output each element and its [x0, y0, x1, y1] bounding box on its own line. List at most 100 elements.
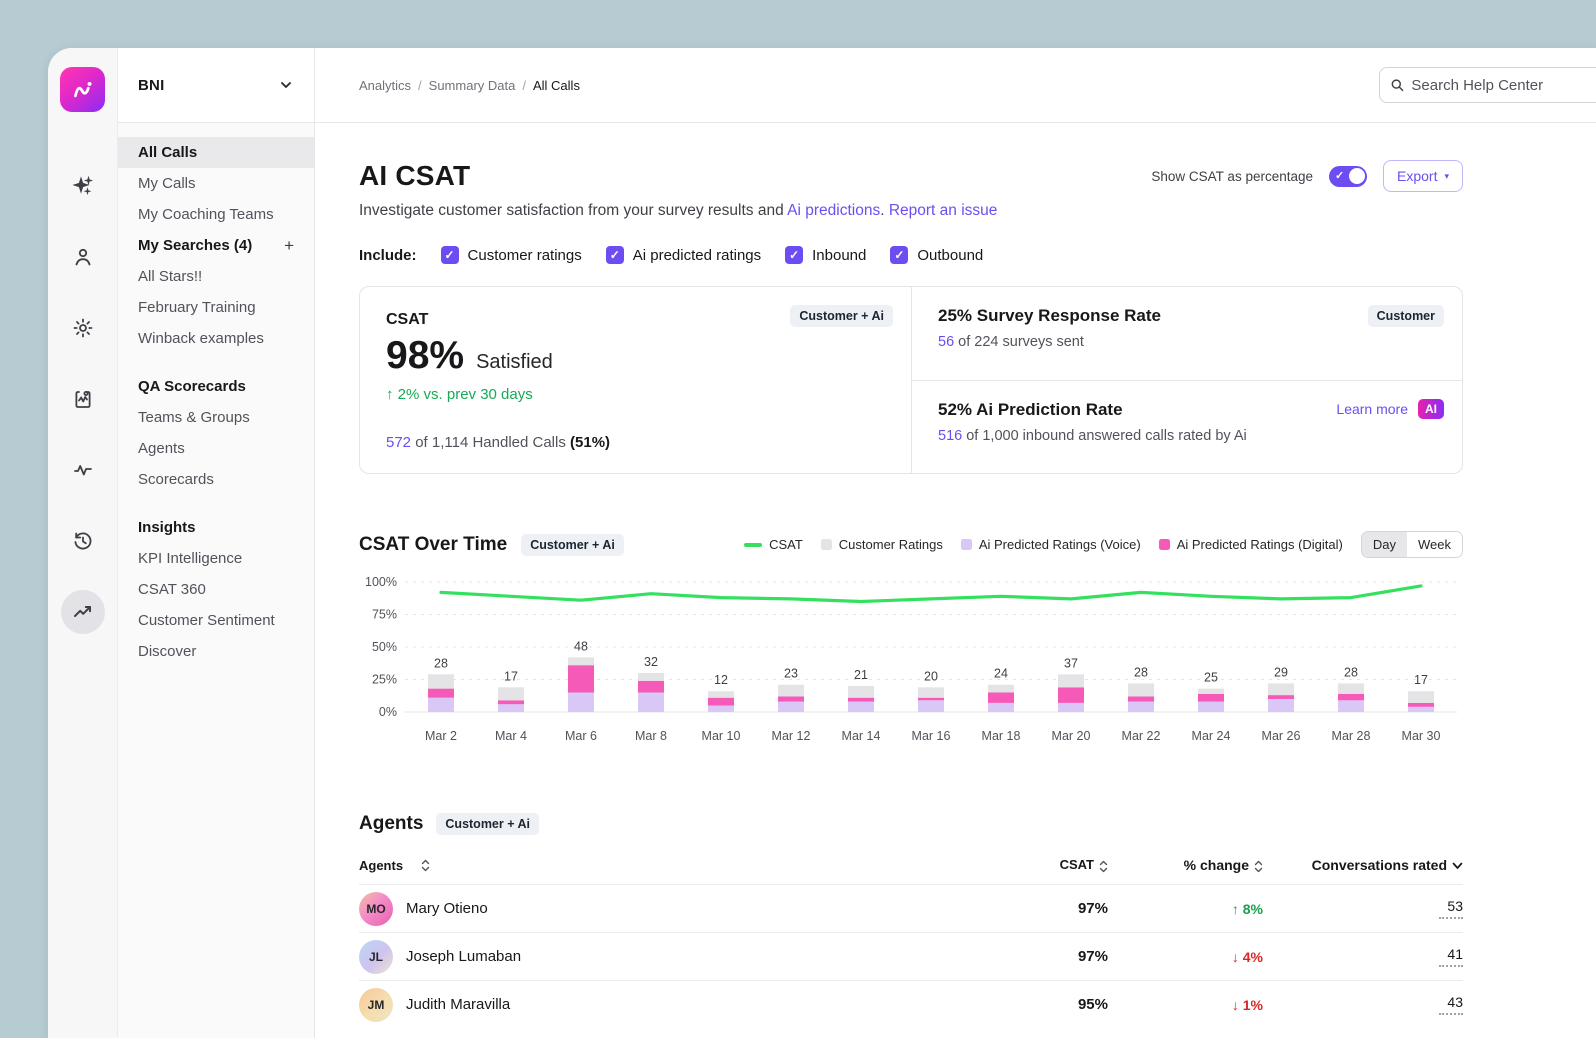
- sort-icon[interactable]: [421, 859, 430, 872]
- bar-segment[interactable]: [498, 704, 524, 712]
- breadcrumb-analytics[interactable]: Analytics: [359, 78, 411, 93]
- column-header-csat[interactable]: CSAT: [978, 857, 1108, 872]
- bar-segment[interactable]: [1128, 683, 1154, 696]
- coaching-clipboard-icon[interactable]: [61, 377, 105, 421]
- column-header-conversations-rated[interactable]: Conversations rated: [1263, 857, 1463, 873]
- sort-desc-icon[interactable]: [1452, 862, 1463, 870]
- bar-segment[interactable]: [1268, 699, 1294, 712]
- sidebar-item-my-calls[interactable]: My Calls: [118, 168, 314, 199]
- sidebar-item-my-searches-4[interactable]: My Searches (4)+: [118, 230, 314, 261]
- sidebar-item-qa-scorecards[interactable]: QA Scorecards: [118, 371, 314, 402]
- sidebar-item-agents[interactable]: Agents: [118, 433, 314, 464]
- bar-segment[interactable]: [498, 700, 524, 704]
- bar-segment[interactable]: [428, 689, 454, 698]
- history-icon[interactable]: [61, 519, 105, 563]
- breadcrumb-summary-data[interactable]: Summary Data: [429, 78, 516, 93]
- bar-segment[interactable]: [1198, 702, 1224, 712]
- sidebar-item-kpi-intelligence[interactable]: KPI Intelligence: [118, 543, 314, 574]
- sidebar-item-insights[interactable]: Insights: [118, 512, 314, 543]
- bar-segment[interactable]: [778, 702, 804, 712]
- table-row-joseph-lumaban[interactable]: JLJoseph Lumaban97%↓ 4%41: [359, 932, 1463, 980]
- filter-checkbox-inbound[interactable]: ✓Inbound: [785, 246, 866, 264]
- analytics-trend-icon[interactable]: [61, 590, 105, 634]
- bar-segment[interactable]: [988, 693, 1014, 703]
- export-button[interactable]: Export ▾: [1383, 160, 1463, 192]
- gear-icon[interactable]: [61, 306, 105, 350]
- bar-segment[interactable]: [848, 686, 874, 698]
- bar-segment[interactable]: [1268, 695, 1294, 699]
- bar-segment[interactable]: [1058, 687, 1084, 703]
- filter-checkbox-customer-ratings[interactable]: ✓Customer ratings: [441, 246, 582, 264]
- report-issue-link[interactable]: Report an issue: [889, 202, 998, 219]
- table-row-judith-maravilla[interactable]: JMJudith Maravilla95%↓ 1%43: [359, 980, 1463, 1028]
- checkbox-icon[interactable]: ✓: [606, 246, 624, 264]
- handled-calls-link[interactable]: 572: [386, 434, 411, 451]
- column-header-agents[interactable]: Agents: [359, 858, 978, 873]
- bar-segment[interactable]: [1408, 707, 1434, 712]
- sidebar-item-csat-360[interactable]: CSAT 360: [118, 574, 314, 605]
- sidebar-item-winback-examples[interactable]: Winback examples: [118, 323, 314, 354]
- column-header-change[interactable]: % change: [1108, 857, 1263, 873]
- activity-icon[interactable]: [61, 448, 105, 492]
- bar-segment[interactable]: [1408, 691, 1434, 703]
- checkbox-icon[interactable]: ✓: [441, 246, 459, 264]
- bar-segment[interactable]: [1338, 700, 1364, 712]
- bar-segment[interactable]: [1058, 703, 1084, 712]
- sort-icon[interactable]: [1099, 860, 1108, 873]
- bar-segment[interactable]: [708, 698, 734, 706]
- rated-calls-link[interactable]: 516: [938, 428, 962, 444]
- sidebar-item-discover[interactable]: Discover: [118, 636, 314, 667]
- bar-segment[interactable]: [708, 691, 734, 698]
- table-row-mary-otieno[interactable]: MOMary Otieno97%↑ 8%53: [359, 884, 1463, 932]
- bar-segment[interactable]: [988, 703, 1014, 712]
- bar-segment[interactable]: [638, 673, 664, 681]
- bar-segment[interactable]: [568, 665, 594, 692]
- bar-segment[interactable]: [848, 698, 874, 702]
- person-icon[interactable]: [61, 235, 105, 279]
- bar-segment[interactable]: [638, 681, 664, 693]
- sidebar-item-february-training[interactable]: February Training: [118, 292, 314, 323]
- toggle-option-day[interactable]: Day: [1362, 532, 1407, 557]
- bar-segment[interactable]: [848, 702, 874, 712]
- checkbox-icon[interactable]: ✓: [890, 246, 908, 264]
- bar-segment[interactable]: [918, 698, 944, 701]
- sidebar-item-my-coaching-teams[interactable]: My Coaching Teams: [118, 199, 314, 230]
- bar-segment[interactable]: [918, 700, 944, 712]
- bar-segment[interactable]: [1338, 694, 1364, 701]
- bar-segment[interactable]: [1198, 689, 1224, 694]
- surveys-link[interactable]: 56: [938, 334, 954, 350]
- bar-segment[interactable]: [428, 674, 454, 688]
- search-input[interactable]: [1411, 77, 1596, 94]
- sort-icon[interactable]: [1254, 860, 1263, 873]
- help-search-box[interactable]: [1379, 67, 1596, 103]
- ai-predictions-link[interactable]: Ai predictions: [787, 202, 880, 219]
- sparkles-icon[interactable]: [61, 164, 105, 208]
- sidebar-item-all-calls[interactable]: All Calls: [118, 137, 314, 168]
- bar-segment[interactable]: [1058, 674, 1084, 687]
- bar-segment[interactable]: [708, 706, 734, 713]
- bar-segment[interactable]: [918, 687, 944, 697]
- sidebar-item-scorecards[interactable]: Scorecards: [118, 464, 314, 495]
- filter-checkbox-outbound[interactable]: ✓Outbound: [890, 246, 983, 264]
- bar-segment[interactable]: [1338, 683, 1364, 693]
- bar-segment[interactable]: [1198, 694, 1224, 702]
- learn-more-link[interactable]: Learn more: [1336, 401, 1408, 417]
- bar-segment[interactable]: [498, 687, 524, 700]
- bar-segment[interactable]: [988, 685, 1014, 693]
- bar-segment[interactable]: [1128, 702, 1154, 712]
- filter-checkbox-ai-predicted-ratings[interactable]: ✓Ai predicted ratings: [606, 246, 761, 264]
- app-logo[interactable]: [60, 67, 105, 112]
- workspace-switcher[interactable]: BNI: [118, 48, 314, 123]
- bar-segment[interactable]: [778, 696, 804, 701]
- show-csat-toggle[interactable]: ✓: [1329, 166, 1367, 187]
- bar-segment[interactable]: [1268, 683, 1294, 695]
- bar-segment[interactable]: [428, 698, 454, 712]
- add-search-button[interactable]: +: [284, 236, 294, 255]
- csat-line[interactable]: [441, 586, 1421, 602]
- sidebar-item-all-stars[interactable]: All Stars!!: [118, 261, 314, 292]
- checkbox-icon[interactable]: ✓: [785, 246, 803, 264]
- sidebar-item-customer-sentiment[interactable]: Customer Sentiment: [118, 605, 314, 636]
- bar-segment[interactable]: [638, 693, 664, 713]
- toggle-option-week[interactable]: Week: [1407, 532, 1462, 557]
- bar-segment[interactable]: [1128, 696, 1154, 701]
